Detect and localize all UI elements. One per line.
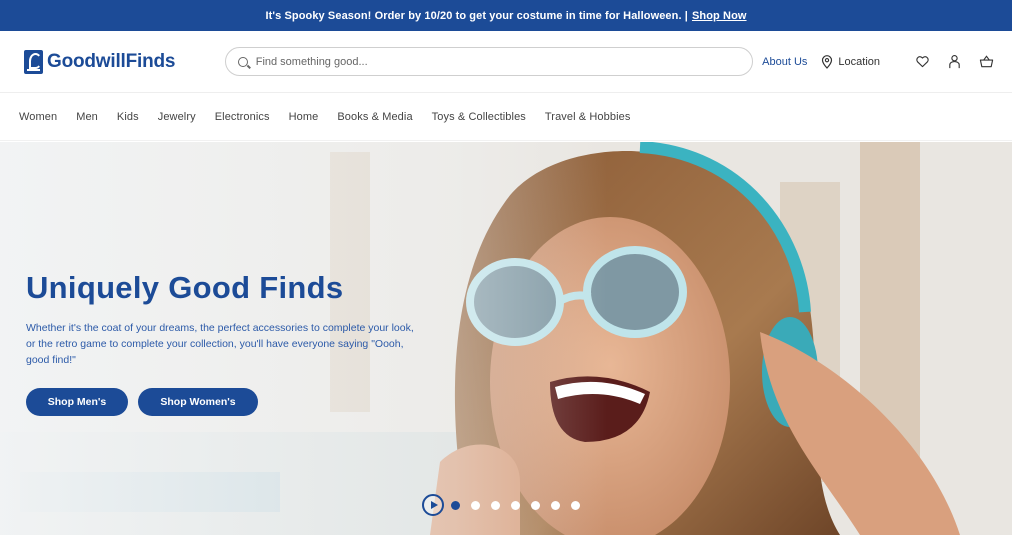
shop-mens-button[interactable]: Shop Men's bbox=[26, 388, 128, 416]
hero-description: Whether it's the coat of your dreams, th… bbox=[26, 322, 414, 366]
category-nav: Women Men Kids Jewelry Electronics Home … bbox=[0, 93, 1012, 141]
nav-item-books-media[interactable]: Books & Media bbox=[337, 111, 412, 123]
location-button[interactable]: Location bbox=[821, 54, 880, 69]
nav-item-men[interactable]: Men bbox=[76, 111, 98, 123]
account-button[interactable] bbox=[946, 54, 962, 70]
goodwill-logo-icon bbox=[24, 49, 43, 74]
hero-banner: Uniquely Good Finds Whether it's the coa… bbox=[0, 142, 1012, 535]
promo-text: It's Spooky Season! Order by 10/20 to ge… bbox=[265, 9, 688, 22]
hero-content: Uniquely Good Finds Whether it's the coa… bbox=[26, 270, 426, 416]
carousel-dot[interactable] bbox=[531, 500, 540, 510]
map-pin-icon bbox=[822, 54, 833, 69]
site-header: GoodwillFinds About Us Location bbox=[0, 31, 1012, 93]
carousel-dot[interactable] bbox=[451, 500, 460, 510]
nav-item-jewelry[interactable]: Jewelry bbox=[158, 111, 196, 123]
nav-item-travel-hobbies[interactable]: Travel & Hobbies bbox=[545, 111, 631, 123]
nav-item-electronics[interactable]: Electronics bbox=[215, 111, 270, 123]
logo[interactable]: GoodwillFinds bbox=[24, 49, 224, 74]
location-label: Location bbox=[838, 55, 880, 68]
carousel-dot[interactable] bbox=[491, 500, 500, 510]
promo-shop-now-link[interactable]: Shop Now bbox=[692, 10, 747, 22]
cart-icon bbox=[979, 55, 993, 68]
carousel-dot[interactable] bbox=[551, 500, 560, 510]
carousel-dot[interactable] bbox=[511, 500, 520, 510]
hero-buttons: Shop Men's Shop Women's bbox=[26, 388, 426, 416]
hero-title: Uniquely Good Finds bbox=[26, 270, 344, 305]
about-us-link[interactable]: About Us bbox=[762, 56, 807, 68]
search-input[interactable] bbox=[255, 55, 740, 68]
nav-item-kids[interactable]: Kids bbox=[117, 111, 139, 123]
nav-item-home[interactable]: Home bbox=[289, 111, 319, 123]
carousel-controls bbox=[422, 494, 580, 516]
promo-banner: It's Spooky Season! Order by 10/20 to ge… bbox=[0, 0, 1012, 31]
header-actions: About Us Location bbox=[762, 54, 994, 70]
search-icon bbox=[238, 56, 248, 67]
nav-item-toys-collectibles[interactable]: Toys & Collectibles bbox=[432, 111, 526, 123]
nav-item-women[interactable]: Women bbox=[19, 111, 57, 123]
carousel-dot[interactable] bbox=[571, 500, 580, 510]
brand-name: GoodwillFinds bbox=[47, 50, 176, 72]
shop-womens-button[interactable]: Shop Women's bbox=[138, 388, 258, 416]
search-bar[interactable] bbox=[225, 47, 753, 76]
heart-icon bbox=[915, 56, 929, 68]
cart-button[interactable] bbox=[978, 54, 994, 70]
play-icon[interactable] bbox=[422, 494, 444, 516]
carousel-dot[interactable] bbox=[471, 500, 480, 510]
wishlist-button[interactable] bbox=[914, 54, 930, 70]
user-icon bbox=[948, 55, 960, 69]
